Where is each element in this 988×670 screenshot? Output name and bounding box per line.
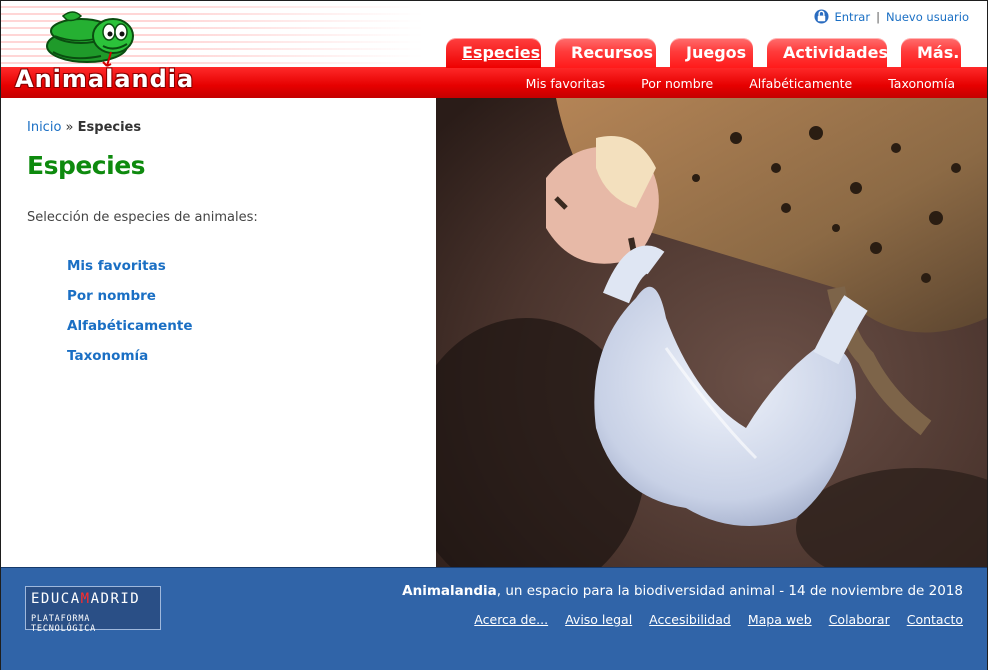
breadcrumb-home-link[interactable]: Inicio xyxy=(27,120,61,135)
educamadrid-logo-title: EDUCAMADRID xyxy=(31,591,141,607)
page-title: Especies xyxy=(27,151,146,180)
footer-link-accesibilidad[interactable]: Accesibilidad xyxy=(649,612,731,627)
subnav-por-nombre[interactable]: Por nombre xyxy=(641,76,713,91)
subnav-taxonomia[interactable]: Taxonomía xyxy=(888,76,955,91)
link-alfabeticamente[interactable]: Alfabéticamente xyxy=(67,316,193,346)
breadcrumb: Inicio » Especies xyxy=(27,120,141,135)
footer-link-mapa-web[interactable]: Mapa web xyxy=(748,612,812,627)
register-link[interactable]: Nuevo usuario xyxy=(886,10,969,24)
educamadrid-logo-subtitle: PLATAFORMA TECNOLÓGICA xyxy=(31,614,97,634)
login-link[interactable]: Entrar xyxy=(835,10,871,24)
intro-text: Selección de especies de animales: xyxy=(27,210,258,225)
tab-mas[interactable]: Más... xyxy=(901,38,971,68)
breadcrumb-current: Especies xyxy=(77,120,142,135)
subnav-alfabeticamente[interactable]: Alfabéticamente xyxy=(749,76,852,91)
main-tabs: Especies Recursos Juegos Actividades Más… xyxy=(446,38,971,68)
footer-link-contacto[interactable]: Contacto xyxy=(907,612,963,627)
link-mis-favoritas[interactable]: Mis favoritas xyxy=(67,256,193,286)
link-taxonomia[interactable]: Taxonomía xyxy=(67,346,193,376)
link-por-nombre[interactable]: Por nombre xyxy=(67,286,193,316)
site-header: Animalandia Entrar | Nuevo usuario Espec… xyxy=(1,1,987,98)
footer-links: Acerca de... Aviso legal Accesibilidad M… xyxy=(474,612,963,627)
tab-recursos[interactable]: Recursos xyxy=(555,38,656,68)
footer-link-aviso-legal[interactable]: Aviso legal xyxy=(565,612,632,627)
footer-tagline: Animalandia, un espacio para la biodiver… xyxy=(402,583,963,599)
subnav-mis-favoritas[interactable]: Mis favoritas xyxy=(526,76,606,91)
footer-link-colaborar[interactable]: Colaborar xyxy=(829,612,890,627)
user-icon xyxy=(813,9,829,24)
species-links-list: Mis favoritas Por nombre Alfabéticamente… xyxy=(67,256,193,376)
tab-actividades[interactable]: Actividades xyxy=(767,38,888,68)
tab-juegos[interactable]: Juegos xyxy=(670,38,753,68)
main-content: Inicio » Especies Especies Selección de … xyxy=(1,98,435,567)
educamadrid-logo[interactable]: EDUCAMADRID PLATAFORMA TECNOLÓGICA xyxy=(25,586,161,634)
brand-logo-text[interactable]: Animalandia xyxy=(15,65,194,93)
slug-photo-illustration xyxy=(436,98,987,567)
breadcrumb-separator: » xyxy=(65,120,74,135)
site-footer: EDUCAMADRID PLATAFORMA TECNOLÓGICA Anima… xyxy=(1,567,987,670)
footer-link-acerca[interactable]: Acerca de... xyxy=(474,612,548,627)
snake-mascot-icon[interactable] xyxy=(41,6,141,68)
user-links: Entrar | Nuevo usuario xyxy=(813,9,969,24)
tab-especies[interactable]: Especies xyxy=(446,38,541,68)
user-links-separator: | xyxy=(876,9,880,24)
sub-navigation: Mis favoritas Por nombre Alfabéticamente… xyxy=(526,76,955,91)
species-photo xyxy=(436,98,987,567)
